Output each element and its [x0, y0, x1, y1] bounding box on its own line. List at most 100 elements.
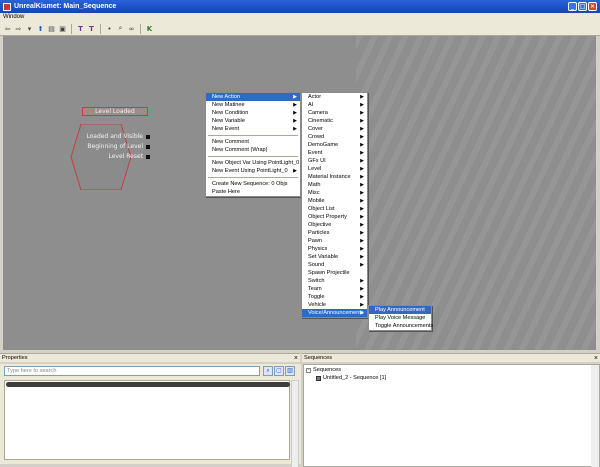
properties-list[interactable] [4, 380, 290, 460]
submenu-item[interactable]: Level ▶ [302, 165, 367, 173]
forward-icon[interactable]: ⇨ [14, 24, 23, 33]
tree-label: Untitled_2 - Sequence [1] [323, 375, 387, 381]
submenu-item-label: Toggle [308, 294, 325, 300]
menu-item-paste-here[interactable]: Paste Here [206, 188, 300, 196]
submenu-item-label: Math [308, 182, 321, 188]
submenu-item[interactable]: Math ▶ [302, 181, 367, 189]
kismet-icon[interactable]: K [145, 24, 154, 33]
tree-row-untitled-sequence[interactable]: Untitled_2 - Sequence [1] [306, 374, 386, 382]
menu-item-play-announcement[interactable]: Play Announcement [369, 306, 431, 314]
submenu-item[interactable]: Spawn Projectile [302, 269, 367, 277]
menu-item-toggle-announcements[interactable]: Toggle Announcements [369, 322, 433, 330]
chevron-right-icon: ▶ [360, 222, 364, 228]
sequences-close-button[interactable]: × [594, 354, 598, 363]
submenu-item[interactable]: Sound ▶ [302, 261, 367, 269]
chevron-right-icon: ▶ [360, 174, 364, 180]
menu-item-play-voice-message[interactable]: Play Voice Message [369, 314, 431, 322]
submenu-item-label: Object Property [308, 214, 347, 220]
back-icon[interactable]: ⇦ [3, 24, 12, 33]
chevron-right-icon: ▶ [360, 182, 364, 188]
chevron-right-icon: ▶ [360, 198, 364, 204]
menu-item-new-event-using[interactable]: New Event Using PointLight_0 ▶ [206, 167, 300, 175]
menu-item-new-comment[interactable]: New Comment [206, 138, 300, 146]
node-output-label: Loaded and Visible [86, 133, 143, 140]
node-output-pin[interactable] [146, 155, 150, 159]
node-output-pin[interactable] [146, 145, 150, 149]
chevron-right-icon: ▶ [360, 262, 364, 268]
submenu-item[interactable]: Objective ▶ [302, 221, 367, 229]
rename-icon[interactable]: T [76, 24, 85, 33]
lock-icon[interactable]: ▥ [285, 366, 295, 376]
submenu-item[interactable]: Crowd ▶ [302, 133, 367, 141]
chevron-right-icon: ▶ [360, 190, 364, 196]
toolbar-separator [140, 23, 141, 34]
window-controls: _ □ × [568, 2, 597, 11]
submenu-item[interactable]: Object List ▶ [302, 205, 367, 213]
submenu-item[interactable]: GFx UI ▶ [302, 157, 367, 165]
screenshot-icon[interactable]: ▣ [58, 24, 67, 33]
minimize-button[interactable]: _ [568, 2, 577, 11]
menu-item-new-variable[interactable]: New Variable ▶ [206, 117, 300, 125]
menu-window[interactable]: Window [3, 14, 24, 20]
menu-item-new-event[interactable]: New Event ▶ [206, 125, 300, 133]
submenu-item[interactable]: Camera ▶ [302, 109, 367, 117]
chevron-right-icon: ▶ [360, 286, 364, 292]
collapse-icon[interactable]: - [306, 367, 311, 373]
submenu-item[interactable]: Toggle ▶ [302, 293, 367, 301]
submenu-item[interactable]: DemoGame ▶ [302, 141, 367, 149]
submenu-item[interactable]: Cinematic ▶ [302, 117, 367, 125]
submenu-item[interactable]: Actor ▶ [302, 93, 367, 101]
submenu-item[interactable]: Mobile ▶ [302, 197, 367, 205]
submenu-item[interactable]: Event ▶ [302, 149, 367, 157]
submenu-item[interactable]: Switch ▶ [302, 277, 367, 285]
submenu-item[interactable]: AI ▶ [302, 101, 367, 109]
sequences-scrollbar[interactable] [591, 365, 599, 467]
submenu-item-label: Mobile [308, 198, 325, 204]
chevron-right-icon: ▶ [360, 214, 364, 220]
properties-panel: Type here to search ⌕ ▢ ▥ [0, 364, 301, 467]
submenu-item[interactable]: Voice/Announcements ▶ [302, 309, 367, 317]
menu-item-new-action[interactable]: New Action ▶ [206, 93, 300, 101]
properties-search-input[interactable]: Type here to search [4, 366, 260, 376]
menu-item-new-comment-wrap[interactable]: New Comment (Wrap) [206, 146, 300, 154]
zoom-icon[interactable]: ⌕ [116, 24, 125, 33]
properties-close-button[interactable]: × [294, 354, 298, 363]
submenu-item[interactable]: Particles ▶ [302, 229, 367, 237]
submenu-item-label: Cover [308, 126, 323, 132]
chevron-right-icon: ▶ [360, 110, 364, 116]
submenu-item[interactable]: Misc ▶ [302, 189, 367, 197]
submenu-item-label: Spawn Projectile [308, 270, 350, 276]
menu-item-new-object-var[interactable]: New Object Var Using PointLight_0 [206, 159, 300, 167]
maximize-button[interactable]: □ [578, 2, 587, 11]
menu-item-new-condition[interactable]: New Condition ▶ [206, 109, 300, 117]
submenu-item-label: Voice/Announcements [308, 310, 364, 316]
menu-item-new-matinee[interactable]: New Matinee ▶ [206, 101, 300, 109]
submenu-item[interactable]: Vehicle ▶ [302, 301, 367, 309]
menu-item-create-sequence[interactable]: Create New Sequence: 0 Objs [206, 180, 300, 188]
tree-row-sequences[interactable]: - Sequences [306, 366, 386, 374]
submenu-item[interactable]: Object Property ▶ [302, 213, 367, 221]
event-node-title[interactable]: Level Loaded [82, 107, 148, 116]
chevron-right-icon: ▶ [360, 206, 364, 212]
submenu-item-label: Level [308, 166, 322, 172]
submenu-item-label: Material Instance [308, 174, 351, 180]
submenu-item[interactable]: Material Instance ▶ [302, 173, 367, 181]
node-output-pin[interactable] [146, 135, 150, 139]
submenu-item[interactable]: Pawn ▶ [302, 237, 367, 245]
dropdown-icon[interactable]: ▾ [25, 24, 34, 33]
clear-search-icon[interactable]: ▢ [274, 366, 284, 376]
open-parent-icon[interactable]: ⬆ [36, 24, 45, 33]
comment-icon[interactable]: T [87, 24, 96, 33]
properties-category-bar[interactable] [6, 382, 290, 387]
submenu-item-label: GFx UI [308, 158, 326, 164]
submenu-item[interactable]: Set Variable ▶ [302, 253, 367, 261]
submenu-item[interactable]: Physics ▶ [302, 245, 367, 253]
link-icon[interactable]: ∞ [127, 24, 136, 33]
search-icon[interactable]: ⌕ [263, 366, 273, 376]
properties-scrollbar[interactable] [291, 380, 299, 467]
close-button[interactable]: × [588, 2, 597, 11]
submenu-item[interactable]: Team ▶ [302, 285, 367, 293]
submenu-item[interactable]: Cover ▶ [302, 125, 367, 133]
dot-icon[interactable]: • [105, 24, 114, 33]
search-icon[interactable]: ▤ [47, 24, 56, 33]
